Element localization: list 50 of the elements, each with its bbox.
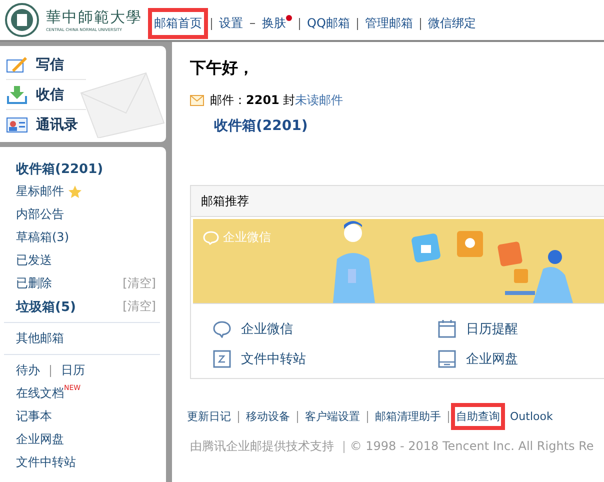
recommend-title: 邮箱推荐	[191, 186, 604, 217]
envelope-icon	[190, 95, 204, 106]
quick-action-link[interactable]: 写信	[6, 56, 64, 74]
folder-link[interactable]: 垃圾箱(5)	[16, 298, 76, 316]
nav-link[interactable]: 微信绑定	[422, 8, 482, 39]
university-name: 華中師範大學	[46, 8, 142, 27]
footer-link[interactable]: 更新日记	[182, 403, 236, 430]
greeting: 下午好，	[190, 58, 255, 79]
folder-link[interactable]: 收件箱(2201)	[16, 160, 104, 178]
unread-count: 邮件：2201 封	[210, 92, 296, 109]
nav-link[interactable]: 管理邮箱	[358, 8, 419, 39]
inbox-link[interactable]: 收件箱(2201)	[214, 117, 604, 135]
chat-bubble-icon	[203, 230, 219, 244]
download-tray-icon	[6, 86, 28, 104]
other-mailbox-link[interactable]: 其他邮箱	[16, 330, 64, 347]
tool-link[interactable]: 在线文档	[16, 385, 64, 402]
folder-link[interactable]: 星标邮件	[16, 183, 64, 200]
recommend-link[interactable]: 企业微信	[213, 320, 438, 338]
contact-card-icon	[6, 116, 28, 134]
recommend-link[interactable]: 文件中转站	[213, 350, 438, 368]
folder-link[interactable]: 草稿箱(3)	[16, 229, 69, 246]
tool-link[interactable]: 文件中转站	[16, 454, 76, 471]
chat-bubble-icon	[213, 320, 231, 338]
folder-link[interactable]: 内部公告	[16, 206, 64, 223]
nav-link[interactable]: QQ邮箱	[301, 8, 356, 39]
footer-link[interactable]: Outlook	[505, 404, 558, 429]
nav-link[interactable]: 邮箱首页	[148, 8, 208, 39]
quick-action-link[interactable]: 收信	[6, 86, 64, 104]
footer-link[interactable]: 邮箱清理助手	[370, 403, 446, 430]
tool-link[interactable]: 待办	[16, 362, 40, 379]
tool-link[interactable]: 日历	[61, 362, 85, 379]
footer-link[interactable]: 自助查询	[451, 403, 505, 430]
folder-link[interactable]: 已删除	[16, 275, 52, 292]
recommend-link[interactable]: 企业网盘	[438, 350, 604, 368]
folder-link[interactable]: 已发送	[16, 252, 52, 269]
footer-link[interactable]: 移动设备	[241, 403, 295, 430]
pencil-note-icon	[6, 56, 28, 74]
quick-action-link[interactable]: 通讯录	[6, 116, 78, 134]
nav-link[interactable]: 换肤	[256, 8, 298, 39]
tool-link[interactable]: 记事本	[16, 408, 52, 425]
disk-drive-icon	[438, 350, 456, 368]
banner-label: 企业微信	[223, 229, 271, 246]
tool-link[interactable]: 企业网盘	[16, 431, 64, 448]
nav-link[interactable]: 设置	[213, 8, 249, 39]
footer-link[interactable]: 客户端设置	[300, 403, 365, 430]
file-transfer-icon	[213, 350, 231, 368]
calendar-icon	[438, 320, 456, 338]
recommend-link[interactable]: 日历提醒	[438, 320, 604, 338]
copyright-text: 由腾讯企业邮提供技术支持 ｜© 1998 - 2018 Tencent Inc. All Rights Re	[190, 438, 595, 455]
unread-mail-link[interactable]: 未读邮件	[295, 92, 344, 109]
